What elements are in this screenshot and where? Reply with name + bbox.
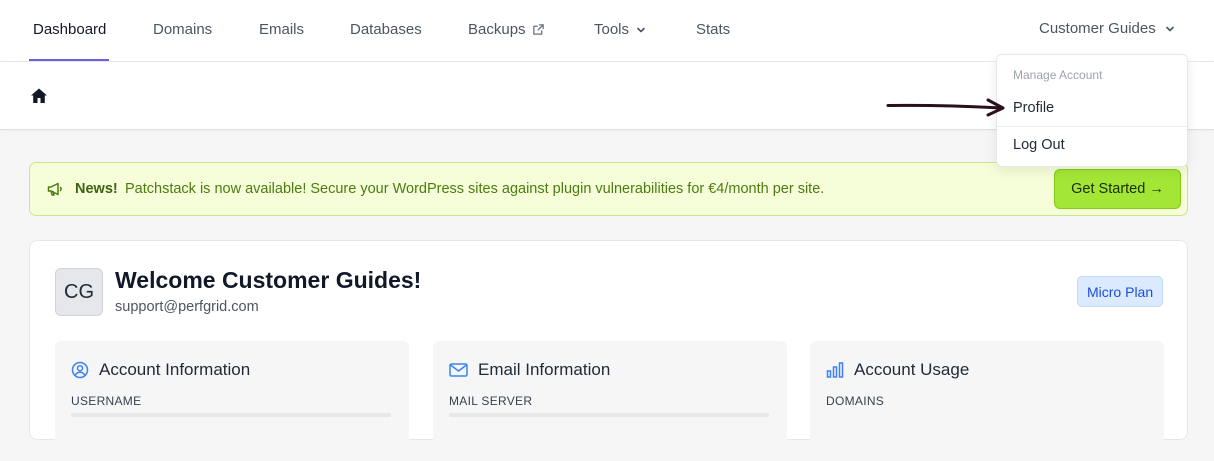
nav-emails[interactable]: Emails [259, 21, 304, 38]
account-information-card: Account Information USERNAME [55, 341, 409, 461]
nav-databases-label: Databases [350, 21, 422, 38]
nav-stats[interactable]: Stats [696, 21, 730, 38]
dropdown-header: Manage Account [1013, 68, 1103, 82]
logout-menu-item[interactable]: Log Out [1013, 137, 1065, 153]
get-started-button[interactable]: Get Started → [1054, 169, 1181, 209]
account-usage-title: Account Usage [854, 360, 970, 379]
news-message: Patchstack is now available! Secure your… [125, 181, 825, 197]
chevron-down-icon [1164, 23, 1176, 35]
nav-tools-label: Tools [594, 21, 630, 38]
user-circle-icon [71, 361, 89, 379]
email-information-title: Email Information [478, 360, 611, 379]
avatar: CG [55, 268, 103, 316]
bar-chart-icon [826, 361, 844, 379]
username-value-bar [71, 413, 391, 417]
welcome-card: CG Welcome Customer Guides! support@perf… [29, 240, 1188, 461]
nav-emails-label: Emails [259, 21, 305, 38]
user-menu-label: Customer Guides [1039, 20, 1156, 37]
envelope-icon [449, 362, 468, 378]
dropdown-divider [997, 126, 1187, 127]
account-dropdown: Manage Account Profile Log Out [996, 54, 1188, 167]
nav-backups-label: Backups [468, 21, 526, 38]
nav-dashboard[interactable]: Dashboard [33, 21, 106, 38]
nav-backups[interactable]: Backups [468, 21, 545, 38]
top-navigation: Dashboard Domains Emails Databases Backu… [0, 0, 1214, 62]
plan-badge: Micro Plan [1077, 276, 1164, 307]
nav-dashboard-label: Dashboard [33, 21, 107, 38]
nav-stats-label: Stats [696, 21, 731, 38]
news-title: News! [75, 181, 118, 197]
news-banner: News! Patchstack is now available! Secur… [29, 162, 1188, 216]
nav-tools[interactable]: Tools [594, 21, 647, 38]
account-usage-card: Account Usage DOMAINS [810, 341, 1164, 461]
external-link-icon [532, 23, 545, 36]
profile-menu-item[interactable]: Profile [1013, 100, 1054, 116]
mail-server-value-bar [449, 413, 769, 417]
welcome-heading: Welcome Customer Guides! [115, 267, 422, 293]
username-label: USERNAME [71, 394, 142, 408]
annotation-arrow-icon [884, 96, 1008, 123]
chevron-down-icon [635, 24, 647, 36]
nav-domains-label: Domains [153, 21, 213, 38]
email-information-card: Email Information MAIL SERVER [433, 341, 787, 461]
nav-databases[interactable]: Databases [350, 21, 422, 38]
user-menu-toggle[interactable]: Customer Guides [1039, 20, 1176, 37]
home-icon[interactable] [30, 87, 48, 110]
nav-domains[interactable]: Domains [153, 21, 212, 38]
account-email: support@perfgrid.com [115, 299, 259, 315]
megaphone-icon [46, 180, 64, 203]
active-tab-indicator [29, 59, 109, 61]
mail-server-label: MAIL SERVER [449, 394, 533, 408]
domains-label: DOMAINS [826, 394, 885, 408]
account-information-title: Account Information [99, 360, 251, 379]
